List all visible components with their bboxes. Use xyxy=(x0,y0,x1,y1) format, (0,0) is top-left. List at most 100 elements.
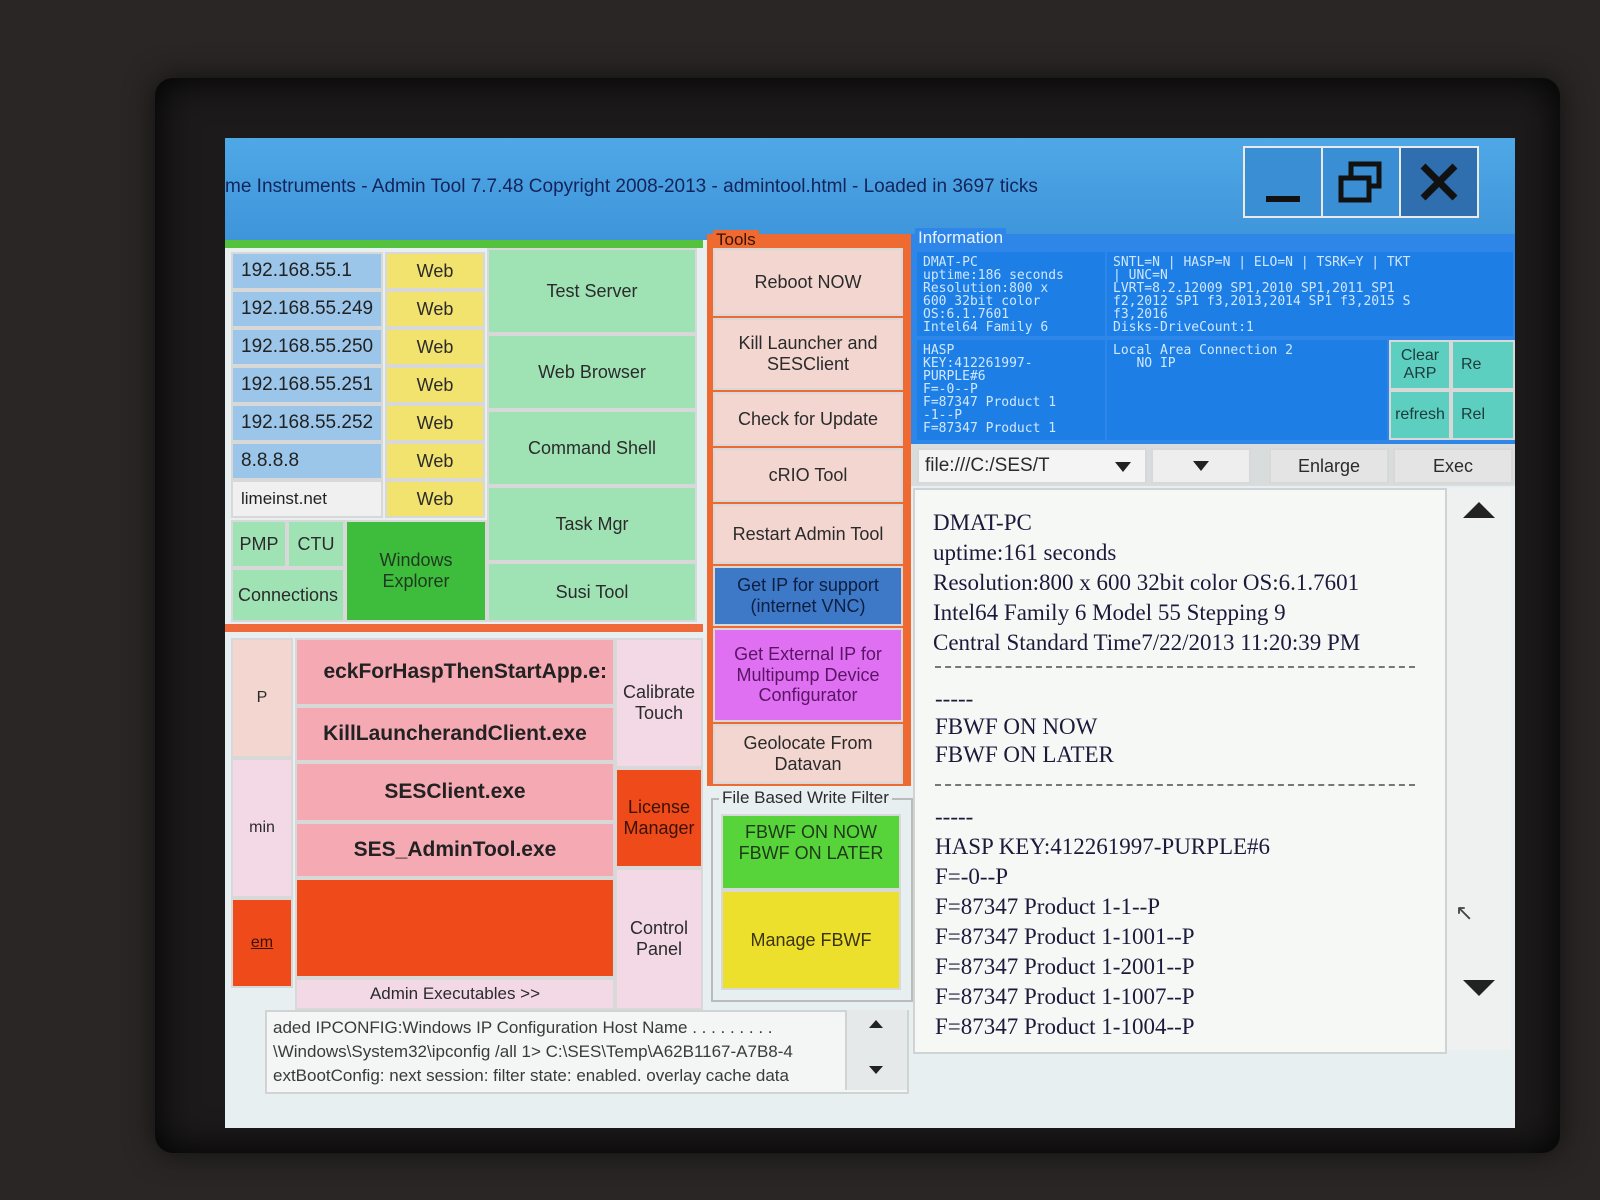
restore-icon xyxy=(1338,161,1382,203)
doc-dashes: ----- xyxy=(935,686,974,711)
fbwf-status: FBWF ON NOW FBWF ON LATER xyxy=(721,814,901,890)
restore-button[interactable] xyxy=(1321,146,1401,218)
document-pane[interactable]: DMAT-PC uptime:161 seconds Resolution:80… xyxy=(913,488,1447,1054)
ip-row[interactable]: 192.168.55.251 xyxy=(231,366,383,404)
information-legend: Information xyxy=(915,228,1007,248)
crio-tool-button[interactable]: cRIO Tool xyxy=(713,448,903,502)
blank-exe-button[interactable] xyxy=(295,878,615,978)
web-button[interactable]: Web xyxy=(385,290,485,328)
pmp-button[interactable]: PMP xyxy=(231,520,287,568)
secondary-select[interactable] xyxy=(1151,448,1251,484)
separator xyxy=(225,624,703,632)
info-line: Disks-DriveCount:1 xyxy=(1113,320,1254,335)
left-cutoff-button[interactable]: P xyxy=(231,638,293,758)
chevron-down-icon xyxy=(1193,461,1209,471)
ip-row[interactable]: limeinst.net xyxy=(231,480,383,518)
kill-launcher-exe-button[interactable]: KillLauncherandClient.exe xyxy=(295,706,615,762)
web-button[interactable]: Web xyxy=(385,404,485,442)
web-button[interactable]: Web xyxy=(385,480,485,518)
reboot-now-button[interactable]: Reboot NOW xyxy=(713,248,903,316)
path-value: file:///C:/SES/T xyxy=(925,455,1050,477)
get-ip-support-button[interactable]: Get IP for support (internet VNC) xyxy=(713,566,903,626)
log-textarea[interactable]: aded IPCONFIG:Windows IP Configuration H… xyxy=(265,1010,909,1094)
network-strip xyxy=(225,240,703,248)
check-hasp-exe-button[interactable]: eckForHaspThenStartApp.e: xyxy=(295,638,615,706)
web-button[interactable]: Web xyxy=(385,442,485,480)
doc-cpu: Intel64 Family 6 Model 55 Stepping 9 xyxy=(933,600,1286,625)
doc-hasp-key: HASP KEY:412261997-PURPLE#6 xyxy=(935,834,1271,859)
info-line: F=87347 Product 1 xyxy=(923,421,1057,436)
web-button[interactable]: Web xyxy=(385,366,485,404)
document-scrollbar[interactable]: ↖ xyxy=(1445,488,1511,1050)
calibrate-touch-button[interactable]: Calibrate Touch xyxy=(615,638,703,768)
scroll-up-icon[interactable] xyxy=(1463,502,1495,518)
minimize-button[interactable] xyxy=(1243,146,1323,218)
clear-arp-button[interactable]: Clear ARP xyxy=(1389,340,1451,390)
info-line: f2,2012 SP1 f3,2013,2014 SP1 f3,2015 S xyxy=(1113,294,1411,309)
task-mgr-button[interactable]: Task Mgr xyxy=(487,486,697,562)
screen: me Instruments - Admin Tool 7.7.48 Copyr… xyxy=(225,138,1515,1128)
log-line: \Windows\System32\ipconfig /all 1> C:\SE… xyxy=(273,1042,793,1061)
doc-resolution: Resolution:800 x 600 32bit color OS:6.1.… xyxy=(933,570,1360,595)
doc-hasp-line: F=87347 Product 1-1--P xyxy=(935,894,1161,919)
separator-line xyxy=(935,784,1415,786)
ip-row[interactable]: 192.168.55.252 xyxy=(231,404,383,442)
admin-cutoff-label: min xyxy=(249,818,275,836)
kill-launcher-button[interactable]: Kill Launcher and SESClient xyxy=(713,318,903,390)
doc-hasp-line: F=-0--P xyxy=(935,864,1009,889)
hasp-info-box: HASP KEY:412261997- PURPLE#6 F=-0--P F=8… xyxy=(917,340,1105,440)
fbwf-status-now: FBWF ON NOW xyxy=(745,822,877,842)
log-line: extBootConfig: next session: filter stat… xyxy=(273,1066,789,1085)
separator-line xyxy=(935,666,1415,668)
scroll-down-icon[interactable] xyxy=(1463,980,1495,996)
ip-row[interactable]: 192.168.55.249 xyxy=(231,290,383,328)
fbwf-status-later: FBWF ON LATER xyxy=(738,842,884,863)
exec-button[interactable]: Exec xyxy=(1393,448,1513,484)
lan-info-box: Local Area Connection 2 NO IP xyxy=(1107,340,1387,440)
web-button[interactable]: Web xyxy=(385,252,485,290)
test-server-button[interactable]: Test Server xyxy=(487,248,697,334)
admin-cutoff-button[interactable]: min xyxy=(231,758,293,898)
ses-admintool-exe-button[interactable]: SES_AdminTool.exe xyxy=(295,822,615,878)
info-line: Intel64 Family 6 xyxy=(923,320,1049,335)
doc-fbwf-later: FBWF ON LATER xyxy=(935,742,1114,767)
refresh-button[interactable]: refresh xyxy=(1389,390,1451,440)
command-shell-button[interactable]: Command Shell xyxy=(487,410,697,486)
manage-fbwf-button[interactable]: Manage FBWF xyxy=(721,890,901,990)
get-external-ip-button[interactable]: Get External IP for Multipump Device Con… xyxy=(713,628,903,722)
sesclient-exe-button[interactable]: SESClient.exe xyxy=(295,762,615,822)
flags-info-box: SNTL=N | HASP=N | ELO=N | TSRK=Y | TKT |… xyxy=(1107,252,1513,336)
scroll-up-icon[interactable] xyxy=(869,1020,883,1028)
re-button[interactable]: Re xyxy=(1451,340,1515,390)
enlarge-button[interactable]: Enlarge xyxy=(1269,448,1389,484)
check-update-button[interactable]: Check for Update xyxy=(713,392,903,446)
geolocate-button[interactable]: Geolocate From Datavan xyxy=(713,724,903,784)
susi-tool-button[interactable]: Susi Tool xyxy=(487,562,697,622)
doc-dashes: ----- xyxy=(935,804,974,829)
control-panel-button[interactable]: Control Panel xyxy=(615,868,703,1010)
close-button[interactable] xyxy=(1399,146,1479,218)
rel-button[interactable]: Rel xyxy=(1451,390,1515,440)
web-button[interactable]: Web xyxy=(385,328,485,366)
web-browser-button[interactable]: Web Browser xyxy=(487,334,697,410)
windows-explorer-button[interactable]: Windows Explorer xyxy=(345,520,487,622)
admin-executables-link[interactable]: Admin Executables >> xyxy=(295,978,615,1010)
info-line: SNTL=N | HASP=N | ELO=N | TSRK=Y | TKT xyxy=(1113,255,1411,270)
ip-row[interactable]: 8.8.8.8 xyxy=(231,442,383,480)
log-scrollbar[interactable] xyxy=(845,1010,907,1090)
ctu-button[interactable]: CTU xyxy=(287,520,345,568)
doc-fbwf-now: FBWF ON NOW xyxy=(935,714,1098,739)
ip-row[interactable]: 192.168.55.1 xyxy=(231,252,383,290)
doc-hasp-line: F=87347 Product 1-1001--P xyxy=(935,924,1195,949)
license-manager-button[interactable]: License Manager xyxy=(615,768,703,868)
ip-row[interactable]: 192.168.55.250 xyxy=(231,328,383,366)
system-cutoff-label: em xyxy=(250,933,274,951)
doc-hasp-line: F=87347 Product 1-2001--P xyxy=(935,954,1195,979)
connections-button[interactable]: Connections xyxy=(231,568,345,622)
scroll-down-icon[interactable] xyxy=(869,1066,883,1074)
path-select[interactable]: file:///C:/SES/T xyxy=(917,448,1147,484)
restart-admin-tool-button[interactable]: Restart Admin Tool xyxy=(713,504,903,564)
title-bar: me Instruments - Admin Tool 7.7.48 Copyr… xyxy=(225,138,1515,240)
doc-hasp-line: F=87347 Product 1-1007--P xyxy=(935,984,1195,1009)
system-cutoff-button[interactable]: em xyxy=(231,898,293,988)
